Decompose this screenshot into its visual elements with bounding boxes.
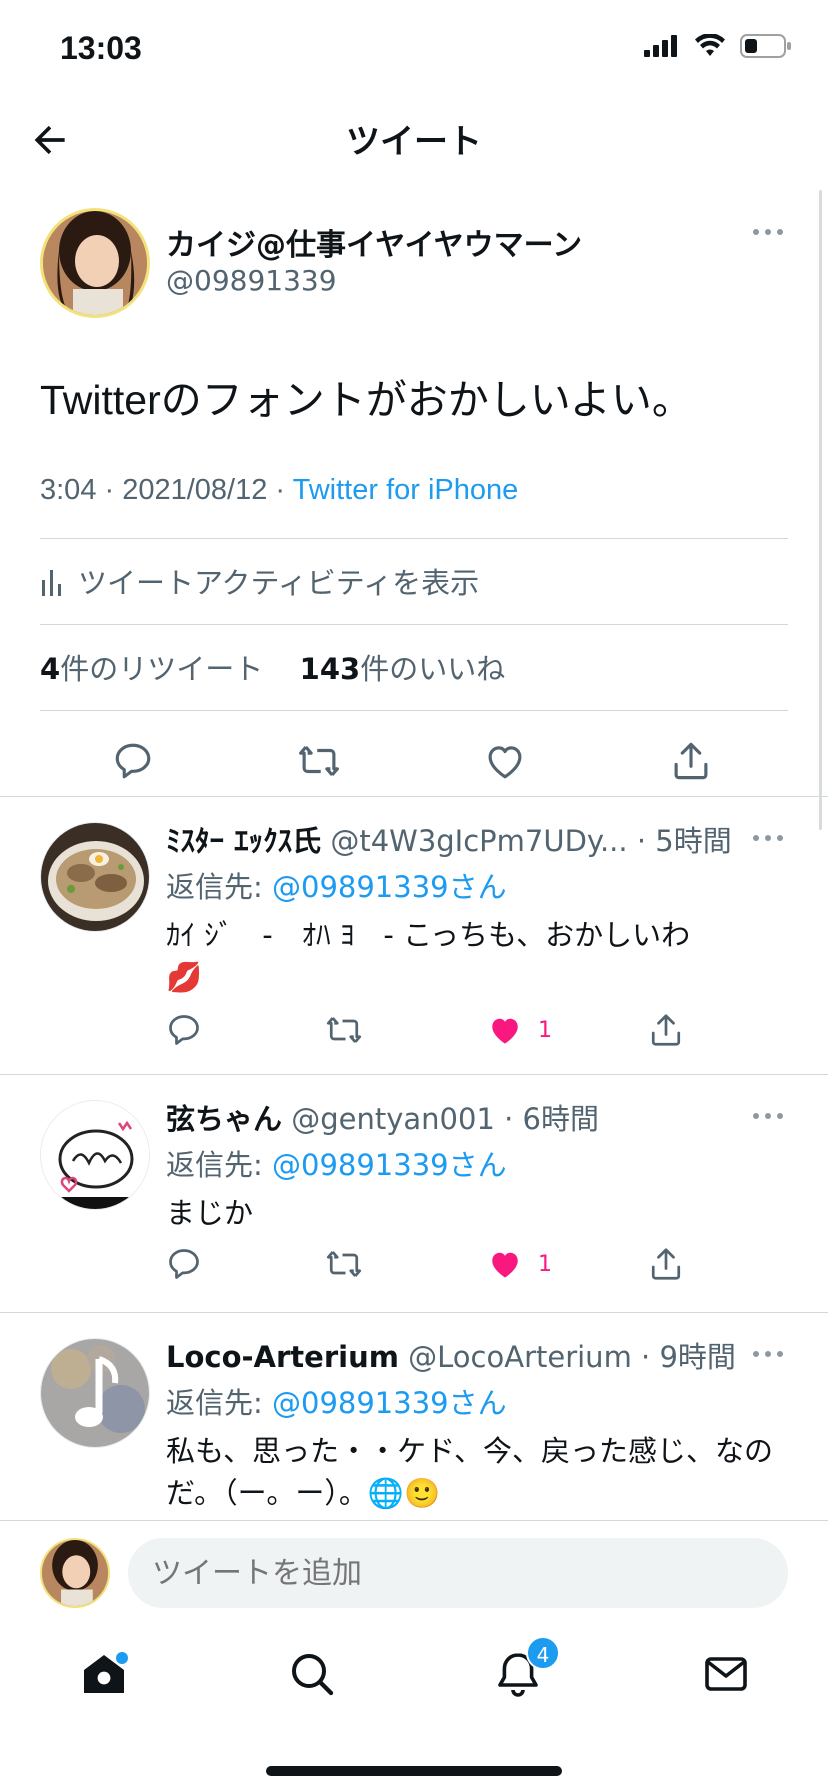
bottom-tab-bar: 4 (0, 1630, 828, 1730)
reply-to-label: 返信先: (166, 1386, 272, 1420)
avatar-music-note-image (41, 1339, 149, 1447)
tweet-source-link[interactable]: Twitter for iPhone (293, 474, 519, 506)
reply-header: 弦ちゃん @gentyan001 · 6時間 (166, 1096, 599, 1138)
retweet-icon[interactable] (326, 1012, 362, 1048)
add-tweet-input[interactable] (128, 1538, 788, 1608)
reply-text: まじか (166, 1192, 786, 1234)
analytics-icon (42, 570, 61, 596)
reply-author-meta: @t4W3gIcPm7UDy... · 5時間 (321, 824, 732, 858)
battery-icon (740, 34, 791, 58)
liked-heart-icon[interactable] (487, 1246, 523, 1282)
avatar-food-image (41, 823, 149, 931)
retweet-count: 4 (40, 652, 61, 686)
more-options-icon[interactable] (752, 1350, 784, 1358)
reply-like-count: 1 (538, 1252, 552, 1277)
my-avatar[interactable] (40, 1538, 110, 1608)
reply-author-avatar[interactable] (40, 1338, 150, 1448)
status-bar: 13:03 (0, 0, 828, 100)
divider (0, 1074, 828, 1075)
author-name[interactable]: カイジ@仕事イヤイヤウマーン (166, 220, 582, 264)
reply-to-mention[interactable]: @09891339さん (272, 1148, 507, 1182)
divider (0, 796, 828, 797)
more-options-icon[interactable] (752, 834, 784, 842)
share-icon[interactable] (648, 1246, 684, 1282)
reply-author-avatar[interactable] (40, 1100, 150, 1210)
retweets-stat[interactable]: 4件のリツイート (40, 652, 263, 686)
retweet-icon[interactable] (298, 740, 340, 782)
tweet-timestamp: 3:04 · 2021/08/12 · Twitter for iPhone (40, 474, 518, 507)
page-title: ツイート (346, 122, 482, 162)
author-avatar[interactable] (40, 208, 150, 318)
nav-header: ツイート (0, 100, 828, 180)
divider (40, 624, 788, 625)
retweet-icon[interactable] (326, 1246, 362, 1282)
reply-icon[interactable] (112, 740, 154, 782)
divider (0, 1312, 828, 1313)
divider (40, 710, 788, 711)
reply-tweet[interactable]: 弦ちゃん @gentyan001 · 6時間 返信先: @09891339さん … (0, 1078, 828, 1312)
reply-emoji: 🌐🙂 (367, 1476, 441, 1510)
home-indicator[interactable] (266, 1766, 562, 1776)
more-options-icon[interactable] (752, 1112, 784, 1120)
tweet-activity-label: ツイートアクティビティを表示 (78, 566, 480, 600)
reply-to-label: 返信先: (166, 1148, 272, 1182)
reply-emoji: 💋 (166, 960, 203, 994)
reply-author-name[interactable]: Loco-Arterium (166, 1340, 399, 1374)
retweet-label: 件のリツイート (60, 652, 264, 686)
reply-composer (0, 1520, 828, 1610)
reply-author-meta: @LocoArterium · 9時間 (398, 1340, 736, 1374)
reply-tweet[interactable]: ﾐｽﾀｰ ｴｯｸｽ氏 @t4W3gIcPm7UDy... · 5時間 返信先: … (0, 800, 828, 1074)
reply-author-meta: @gentyan001 · 6時間 (282, 1102, 600, 1136)
reply-to-label: 返信先: (166, 870, 272, 904)
like-icon[interactable] (484, 740, 526, 782)
reply-header: ﾐｽﾀｰ ｴｯｸｽ氏 @t4W3gIcPm7UDy... · 5時間 (166, 818, 732, 860)
avatar-drawing-image (41, 1101, 149, 1209)
reply-tweet[interactable]: Loco-Arterium @LocoArterium · 9時間 返信先: @… (0, 1316, 828, 1520)
reply-like-count: 1 (538, 1018, 552, 1043)
tweet-stats: 4件のリツイート 143件のいいね (40, 646, 505, 688)
likes-stat[interactable]: 143件のいいね (300, 652, 506, 686)
reply-icon[interactable] (166, 1012, 202, 1048)
reply-text-content: 私も、思った・・ケド、今、戻った感じ、なのだ。（ー。ー）。 (166, 1434, 773, 1510)
cellular-signal-icon (644, 35, 677, 57)
reply-text-content: まじか (166, 1196, 254, 1230)
reply-to-line: 返信先: @09891339さん (166, 1142, 507, 1184)
reply-to-line: 返信先: @09891339さん (166, 1380, 507, 1422)
share-icon[interactable] (648, 1012, 684, 1048)
reply-icon[interactable] (166, 1246, 202, 1282)
like-label: 件のいいね (360, 652, 506, 686)
avatar-portrait-image (43, 211, 147, 315)
liked-heart-icon[interactable] (487, 1012, 523, 1048)
like-count: 143 (299, 652, 361, 686)
tweet-text: Twitterのフォントがおかしいよい。 (40, 377, 693, 423)
reply-author-avatar[interactable] (40, 822, 150, 932)
author-handle[interactable]: @09891339 (166, 264, 337, 297)
reply-text-content: ｶｲ ｼﾞ - ｵﾊ ﾖ - こっちも、おかしいわ (166, 918, 691, 952)
wifi-icon (695, 34, 725, 56)
reply-text: 私も、思った・・ケド、今、戻った感じ、なのだ。（ー。ー）。🌐🙂 (166, 1430, 786, 1514)
messages-envelope-icon[interactable] (702, 1650, 750, 1698)
reply-text: ｶｲ ｼﾞ - ｵﾊ ﾖ - こっちも、おかしいわ 💋 (166, 914, 786, 998)
more-options-icon[interactable] (752, 228, 784, 236)
tweet-date: 3:04 · 2021/08/12 · (40, 474, 293, 506)
reply-to-mention[interactable]: @09891339さん (272, 1386, 507, 1420)
status-time: 13:03 (60, 30, 142, 66)
reply-author-name[interactable]: ﾐｽﾀｰ ｴｯｸｽ氏 (166, 824, 321, 858)
home-new-dot (116, 1652, 128, 1664)
search-icon[interactable] (288, 1650, 336, 1698)
reply-author-name[interactable]: 弦ちゃん (166, 1102, 282, 1136)
reply-to-line: 返信先: @09891339さん (166, 864, 507, 906)
tweet-activity-link[interactable]: ツイートアクティビティを表示 (40, 560, 479, 602)
divider (40, 538, 788, 539)
avatar-portrait-image (42, 1540, 108, 1606)
notifications-badge: 4 (526, 1636, 560, 1670)
reply-to-mention[interactable]: @09891339さん (272, 870, 507, 904)
status-icons (644, 34, 792, 58)
reply-header: Loco-Arterium @LocoArterium · 9時間 (166, 1334, 736, 1376)
share-icon[interactable] (670, 740, 712, 782)
